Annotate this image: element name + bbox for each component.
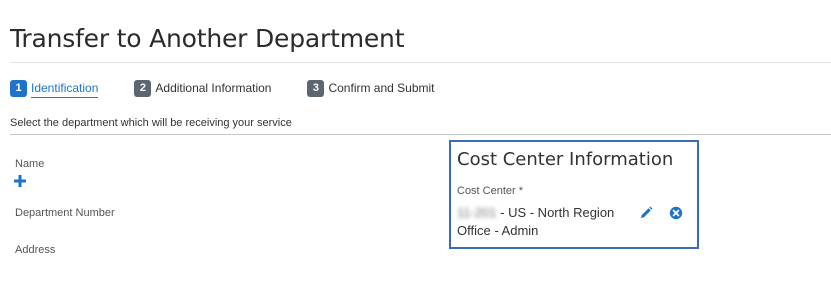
step-number-badge: 2 bbox=[134, 79, 152, 97]
step-label: Additional Information bbox=[155, 81, 272, 95]
close-circle-icon[interactable] bbox=[669, 206, 683, 220]
step-number-badge: 3 bbox=[307, 79, 325, 97]
section-divider bbox=[10, 134, 831, 135]
pencil-icon[interactable] bbox=[639, 206, 653, 220]
cost-center-code: 11-201 bbox=[457, 205, 497, 220]
instruction-text: Select the department which will be rece… bbox=[10, 117, 292, 129]
cost-center-field-label: Cost Center * bbox=[457, 185, 524, 197]
cost-center-title: Cost Center Information bbox=[457, 149, 674, 170]
cost-center-value: 11-201 - US - North Region Office - Admi… bbox=[457, 204, 627, 240]
address-label: Address bbox=[15, 244, 56, 256]
transfer-page: Transfer to Another Department 1 Identif… bbox=[0, 0, 831, 289]
name-label: Name bbox=[15, 158, 45, 170]
plus-icon[interactable] bbox=[14, 175, 26, 187]
step-identification[interactable]: 1 Identification bbox=[10, 78, 99, 98]
step-label: Confirm and Submit bbox=[328, 81, 435, 95]
step-confirm-and-submit[interactable]: 3 Confirm and Submit bbox=[307, 79, 435, 97]
step-number-badge: 1 bbox=[10, 79, 27, 97]
wizard-steps: 1 Identification 2 Additional Informatio… bbox=[10, 78, 471, 98]
page-title: Transfer to Another Department bbox=[10, 24, 405, 53]
department-number-label: Department Number bbox=[15, 207, 115, 219]
title-divider bbox=[10, 62, 831, 63]
step-additional-information[interactable]: 2 Additional Information bbox=[134, 79, 272, 97]
cost-center-panel: Cost Center Information Cost Center * 11… bbox=[449, 140, 699, 249]
step-label: Identification bbox=[31, 81, 99, 98]
